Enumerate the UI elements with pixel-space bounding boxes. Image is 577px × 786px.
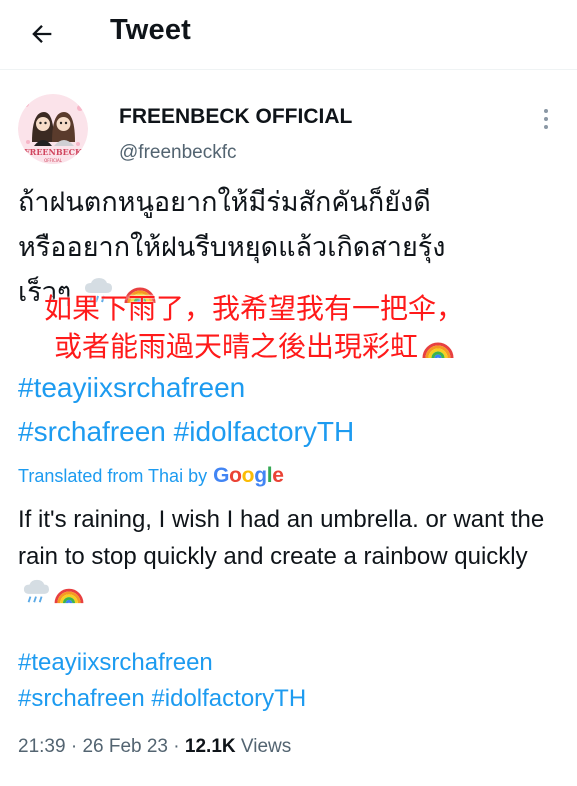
tweet-text-line: ถ้าฝนตกหนูอยากให้มีร่มสักคันก็ยังดี [18,187,431,217]
overlay-line: 或者能雨過天晴之後出現彩虹 [22,328,567,370]
tweet-text-line: เร็วๆ [18,270,563,319]
rainbow-icon [124,274,156,319]
top-bar: Tweet [0,0,577,70]
google-logo: Google [213,464,284,487]
tweet-meta: 21:39 · 26 Feb 23 · 12.1K Views [18,736,291,758]
page-title: Tweet [110,14,192,46]
back-button[interactable] [22,14,62,54]
translated-by[interactable]: Translated from Thai by Google [18,464,284,488]
tweet-text-line: หรืออยากให้ฝนรีบหยุดแล้วเกิดสายรุ้ง [18,232,446,262]
hashtag-link[interactable]: #idolfactoryTH [151,685,306,712]
translated-label: Translated from Thai by [18,465,208,486]
rain-cloud-icon [22,579,50,616]
hashtag-link[interactable]: #teayiixsrchafreen [18,372,245,403]
meta-separator: · [70,736,78,757]
views-count: 12.1K [184,736,236,757]
avatar[interactable]: FREENBECK OFFICIAL [18,94,88,164]
rain-cloud-icon [83,274,113,319]
translation-text: If it's raining, I wish I had an umbrell… [18,501,566,616]
rainbow-icon [422,332,454,370]
tweet-page: Tweet FREENBECK OFFICIAL FREENBECK OFFIC… [0,0,577,786]
arrow-left-icon [32,25,52,43]
hashtag-link[interactable]: #srchafreen [18,685,145,712]
rainbow-icon [54,579,84,616]
more-options-button[interactable] [534,106,558,132]
hashtag-link[interactable]: #idolfactoryTH [174,416,355,447]
views-label: Views [240,736,292,757]
svg-text:FREENBECK: FREENBECK [24,147,83,157]
translation-hashtags: #teayiixsrchafreen #srchafreen #idolfact… [18,645,563,717]
meta-separator: · [173,736,180,757]
tweet-date[interactable]: 26 Feb 23 [82,736,168,757]
svg-text:OFFICIAL: OFFICIAL [44,158,63,163]
hashtag-link[interactable]: #srchafreen [18,416,166,447]
author-name[interactable]: FREENBECK OFFICIAL [119,105,352,129]
tweet-text: ถ้าฝนตกหนูอยากให้มีร่มสักคันก็ยังดี หรือ… [18,180,563,319]
tweet-hashtags: #teayiixsrchafreen #srchafreen #idolfact… [18,366,563,454]
author-handle[interactable]: @freenbeckfc [119,142,237,164]
tweet-time[interactable]: 21:39 [18,736,66,757]
more-vertical-icon [544,109,548,113]
hashtag-link[interactable]: #teayiixsrchafreen [18,649,213,676]
